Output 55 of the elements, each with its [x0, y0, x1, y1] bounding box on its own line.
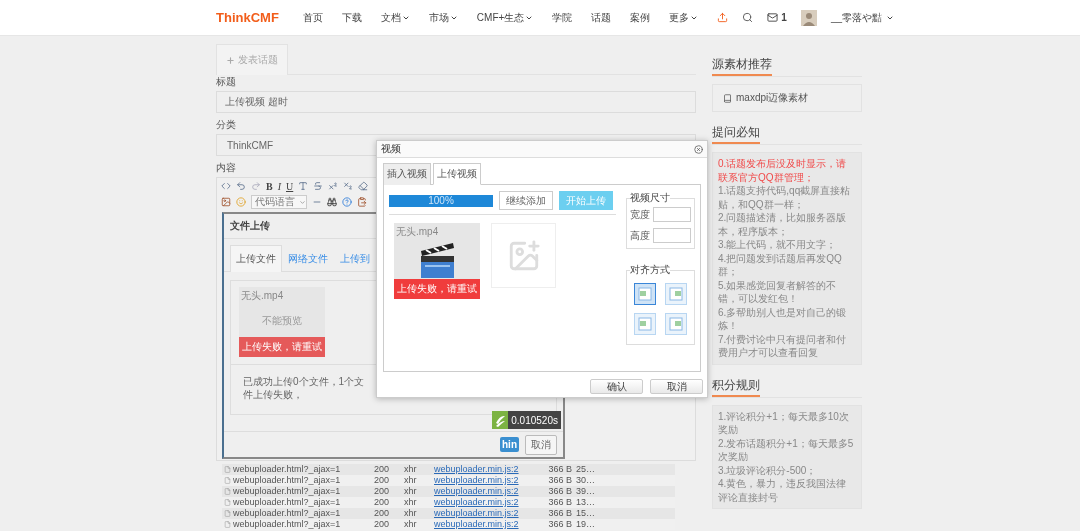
type-cell-text: xhr — [403, 519, 418, 530]
upload-status: 已成功上传0个文件，1个文件上传失败， — [242, 375, 366, 402]
type-cell-text: xhr — [403, 464, 418, 475]
type-cell-text: xhr — [403, 508, 418, 519]
time-cell-text: 15… — [575, 508, 596, 519]
preview-note: 不能预览 — [261, 314, 303, 328]
rule-text: 1.评论积分+1；每天最多10次奖励 — [718, 409, 850, 437]
section-heading: 提问必知 — [712, 124, 760, 144]
dialog-title: 视频 — [381, 142, 401, 156]
upload-error: 上传失败，请重试 — [239, 337, 325, 357]
field-label: 宽度 — [630, 207, 650, 222]
field-label: 内容 — [216, 162, 236, 174]
size-cell-text: 366 B — [547, 519, 573, 530]
rule-text: 2.发布话题积分+1；每天最多5次奖励 — [718, 436, 855, 464]
size-cell-text: 366 B — [547, 497, 573, 508]
status-cell-text: 200 — [373, 497, 391, 508]
file-name: 无头.mp4 — [395, 225, 440, 239]
status-cell-text: 200 — [373, 475, 391, 486]
status-cell-text: 200 — [373, 464, 391, 475]
section-heading: 源素材推荐 — [712, 56, 772, 76]
time-cell-text: 19… — [575, 519, 596, 530]
upload-error: 上传失败，请重试 — [394, 279, 480, 299]
time-cell-text: 39… — [575, 486, 596, 497]
rule-text: 2.问题描述清，比如服务器版本，程序版本； — [718, 211, 848, 238]
size-cell-text: 366 B — [547, 508, 573, 519]
size-cell-text: 366 B — [547, 475, 573, 486]
status-cell-text: 200 — [373, 508, 391, 519]
size-cell-text: 366 B — [547, 464, 573, 475]
trace-time: 0.010520s — [508, 411, 561, 429]
time-cell-text: 30… — [575, 475, 596, 486]
fieldset-legend: 视频尺寸 — [630, 191, 670, 205]
rule-text: 4.黄色，暴力，违反我国法律评论直接封号 — [718, 477, 848, 504]
rule-text: 6.多帮助别人也是对自己的锻炼！ — [718, 305, 848, 333]
type-cell-text: xhr — [403, 486, 418, 497]
section-heading: 积分规则 — [712, 376, 760, 397]
rule-text: 3.能上代码，就不用文字； — [718, 238, 838, 252]
rule-text: 7.付费讨论中只有提问者和付费用户才可以查看回复 — [718, 332, 848, 360]
rule-text: 4.把问题发到话题后再发QQ群； — [718, 251, 843, 279]
file-name: 无头.mp4 — [240, 289, 285, 303]
rule-text: 3.垃圾评论积分-500； — [718, 463, 818, 477]
rule-text: 5.如果感觉回复者解答的不错，可以发红包！ — [718, 278, 838, 306]
progress-label: 100% — [427, 194, 455, 207]
field-label: 标题 — [216, 76, 236, 88]
status-cell-text: 200 — [373, 519, 391, 530]
rule-text: 0.话题发布后没及时显示，请联系官方QQ群管理； — [718, 157, 848, 184]
field-label: 高度 — [630, 228, 650, 243]
time-cell-text: 25… — [575, 464, 596, 475]
status-cell-text: 200 — [373, 486, 391, 497]
type-cell-text: xhr — [403, 475, 418, 486]
fieldset-legend: 对齐方式 — [630, 263, 670, 277]
size-cell-text: 366 B — [547, 486, 573, 497]
type-cell-text: xhr — [403, 497, 418, 508]
partial-logo: hin — [500, 437, 519, 452]
time-cell-text: 13… — [575, 497, 596, 508]
field-label: 分类 — [216, 119, 236, 131]
